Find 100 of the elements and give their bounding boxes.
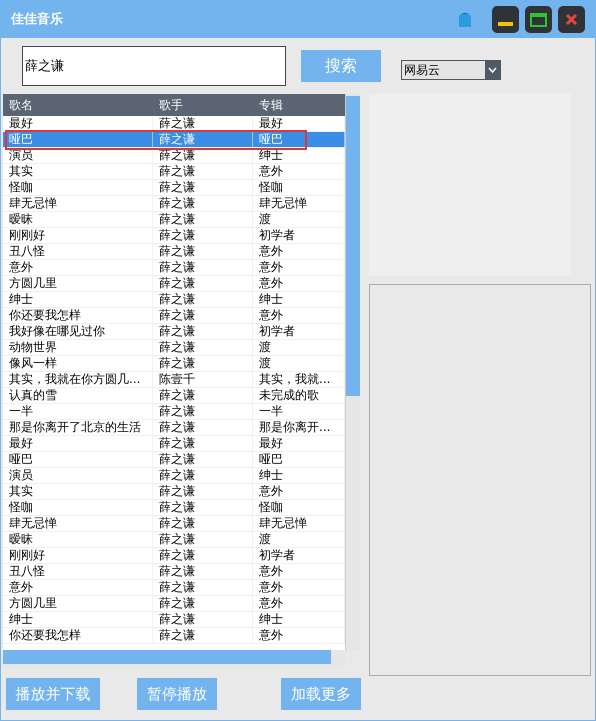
table-cell: 薛之谦 (153, 180, 253, 195)
column-header[interactable]: 歌手 (153, 96, 253, 114)
table-cell: 薛之谦 (153, 500, 253, 515)
source-dropdown[interactable]: 网易云 (401, 60, 501, 80)
table-cell: 丑八怪 (3, 244, 153, 259)
table-cell: 一半 (3, 404, 153, 419)
table-cell: 那是你离开了北京的生活 (3, 420, 153, 435)
shirt-icon[interactable] (458, 12, 472, 28)
table-cell: 薛之谦 (153, 260, 253, 275)
table-row[interactable]: 暧昧 薛之谦 渡 (3, 212, 345, 228)
table-cell: 认真的雪 (3, 388, 153, 403)
table-cell: 薛之谦 (153, 308, 253, 323)
table-row[interactable]: 肆无忌惮 薛之谦 肆无忌惮 (3, 196, 345, 212)
table-row[interactable]: 像风一样 薛之谦 渡 (3, 356, 345, 372)
table-cell: 薛之谦 (153, 132, 253, 147)
table-cell: 薛之谦 (153, 404, 253, 419)
scrollbar-thumb[interactable] (346, 96, 360, 396)
table-row[interactable]: 你还要我怎样 薛之谦 意外 (3, 628, 345, 644)
table-cell: 暧昧 (3, 212, 153, 227)
scrollbar-thumb[interactable] (3, 650, 331, 664)
table-cell: 薛之谦 (153, 148, 253, 163)
maximize-button[interactable] (525, 6, 552, 33)
table-cell: 薛之谦 (153, 452, 253, 467)
table-cell: 薛之谦 (153, 580, 253, 595)
close-button[interactable] (558, 6, 585, 33)
table-row[interactable]: 那是你离开了北京的生活 薛之谦 那是你离开... (3, 420, 345, 436)
minimize-button[interactable] (492, 6, 519, 33)
table-row[interactable]: 丑八怪 薛之谦 意外 (3, 244, 345, 260)
table-row[interactable]: 其实 薛之谦 意外 (3, 164, 345, 180)
table-row[interactable]: 哑巴 薛之谦 哑巴 (3, 452, 345, 468)
table-row[interactable]: 你还要我怎样 薛之谦 意外 (3, 308, 345, 324)
column-header[interactable]: 专辑 (253, 96, 345, 114)
dropdown-value: 网易云 (403, 62, 441, 79)
table-cell: 薛之谦 (153, 436, 253, 451)
table-row[interactable]: 方圆几里 薛之谦 意外 (3, 596, 345, 612)
table-cell: 薛之谦 (153, 244, 253, 259)
table-row[interactable]: 刚刚好 薛之谦 初学者 (3, 548, 345, 564)
table-cell: 薛之谦 (153, 628, 253, 643)
table-cell: 薛之谦 (153, 468, 253, 483)
table-row[interactable]: 丑八怪 薛之谦 意外 (3, 564, 345, 580)
table-cell: 其实 (3, 164, 153, 179)
table-cell: 薛之谦 (153, 324, 253, 339)
table-cell: 肆无忌惮 (3, 196, 153, 211)
table-cell: 陈壹千 (153, 372, 253, 387)
table-cell: 刚刚好 (3, 228, 153, 243)
table-cell: 哑巴 (3, 452, 153, 467)
table-row[interactable]: 暧昧 薛之谦 渡 (3, 532, 345, 548)
table-cell: 最好 (3, 436, 153, 451)
table-row[interactable]: 一半 薛之谦 一半 (3, 404, 345, 420)
table-row[interactable]: 其实 薛之谦 意外 (3, 484, 345, 500)
table-row[interactable]: 我好像在哪见过你 薛之谦 初学者 (3, 324, 345, 340)
table-cell: 意外 (3, 260, 153, 275)
table-cell: 哑巴 (3, 132, 153, 147)
table-cell: 怪咖 (3, 180, 153, 195)
minimize-icon (498, 22, 513, 26)
table-cell: 薛之谦 (153, 484, 253, 499)
column-header[interactable]: 歌名 (3, 96, 153, 114)
table-cell: 最好 (3, 116, 153, 131)
table-cell: 动物世界 (3, 340, 153, 355)
table-cell: 肆无忌惮 (3, 516, 153, 531)
table-cell: 薛之谦 (153, 564, 253, 579)
table-cell: 薛之谦 (153, 532, 253, 547)
chevron-down-icon (485, 61, 500, 79)
table-cell: 暧昧 (3, 532, 153, 547)
close-icon (565, 13, 578, 26)
table-cell: 薛之谦 (153, 596, 253, 611)
table-row[interactable]: 绅士 薛之谦 绅士 (3, 612, 345, 628)
table-row[interactable]: 方圆几里 薛之谦 意外 (3, 276, 345, 292)
table-cell: 刚刚好 (3, 548, 153, 563)
table-row[interactable]: 最好 薛之谦 最好 (3, 436, 345, 452)
table-row[interactable]: 动物世界 薛之谦 渡 (3, 340, 345, 356)
table-cell: 薛之谦 (153, 212, 253, 227)
table-cell: 薛之谦 (153, 548, 253, 563)
table-row[interactable]: 演员 薛之谦 绅士 (3, 468, 345, 484)
table-row[interactable]: 意外 薛之谦 意外 (3, 260, 345, 276)
table-cell: 丑八怪 (3, 564, 153, 579)
table-row[interactable]: 认真的雪 薛之谦 未完成的歌 (3, 388, 345, 404)
table-cell: 薛之谦 (153, 388, 253, 403)
table-cell: 演员 (3, 468, 153, 483)
table-cell: 绅士 (3, 292, 153, 307)
table-cell: 你还要我怎样 (3, 308, 153, 323)
table-row[interactable]: 怪咖 薛之谦 怪咖 (3, 500, 345, 516)
table-cell: 薛之谦 (153, 516, 253, 531)
window-title: 佳佳音乐 (11, 10, 63, 29)
table-row[interactable]: 怪咖 薛之谦 怪咖 (3, 180, 345, 196)
table-cell: 我好像在哪见过你 (3, 324, 153, 339)
table-cell: 绅士 (3, 612, 153, 627)
table-cell: 你还要我怎样 (3, 628, 153, 643)
table-row[interactable]: 绅士 薛之谦 绅士 (3, 292, 345, 308)
table-cell: 怪咖 (3, 500, 153, 515)
table-cell: 其实 (3, 484, 153, 499)
search-field[interactable]: 薛之谦 (23, 47, 285, 85)
vertical-scrollbar[interactable] (345, 94, 360, 650)
table-cell: 薛之谦 (153, 196, 253, 211)
table-row[interactable]: 意外 薛之谦 意外 (3, 580, 345, 596)
table-row[interactable]: 刚刚好 薛之谦 初学者 (3, 228, 345, 244)
table-row[interactable]: 肆无忌惮 薛之谦 肆无忌惮 (3, 516, 345, 532)
table-row[interactable]: 其实，我就在你方圆几... 陈壹千 其实，我就... (3, 372, 345, 388)
maximize-icon (530, 12, 547, 26)
table-cell: 薛之谦 (153, 164, 253, 179)
